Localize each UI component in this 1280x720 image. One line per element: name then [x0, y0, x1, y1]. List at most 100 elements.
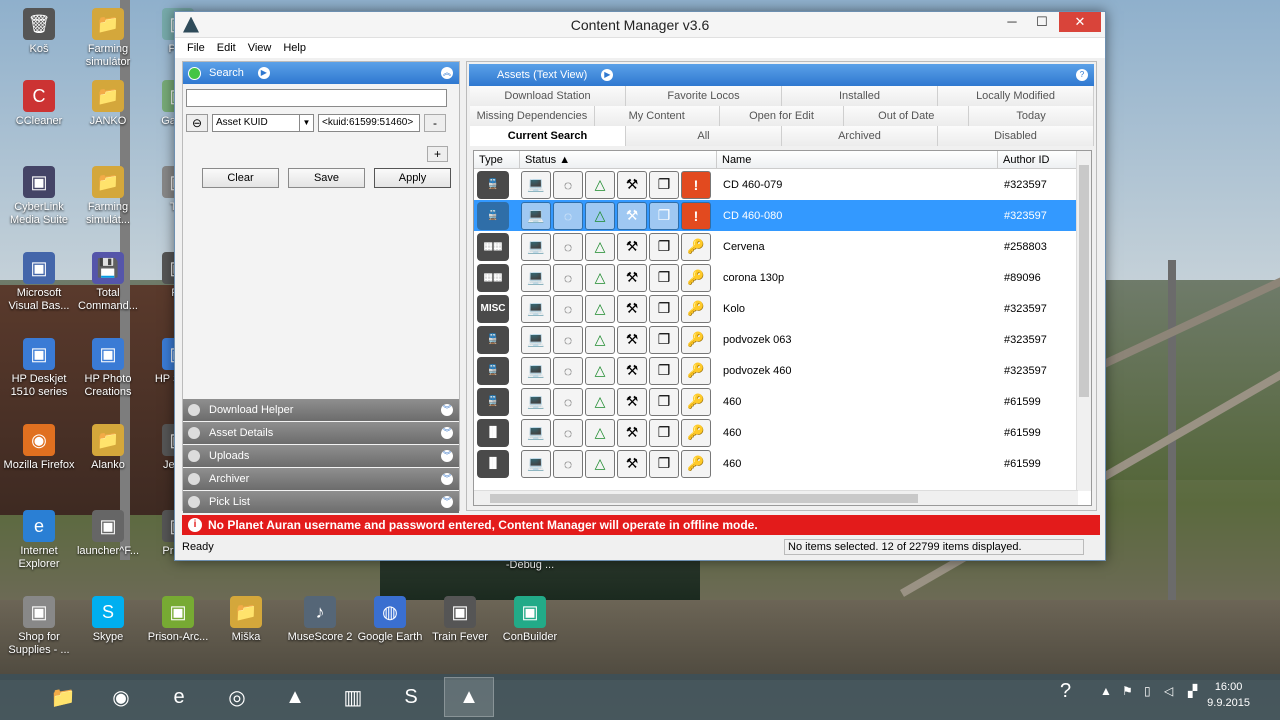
tab-download-station[interactable]: Download Station	[470, 86, 626, 106]
media-player-icon[interactable]: ◎	[212, 677, 262, 717]
help-icon[interactable]: ?	[1076, 69, 1088, 81]
kuid-value-field[interactable]: <kuid:61599:51460>	[318, 114, 420, 132]
tab-archived[interactable]: Archived	[782, 126, 938, 146]
tab-disabled[interactable]: Disabled	[938, 126, 1094, 146]
asset-details-panel[interactable]: Asset Details ︾	[183, 422, 459, 444]
trainz-icon[interactable]: ▲	[270, 677, 320, 717]
desktop-shortcut[interactable]: ▣ CyberLink Media Suite	[3, 166, 75, 227]
desktop-shortcut[interactable]: ▣ ConBuilder	[494, 596, 566, 644]
tab-today[interactable]: Today	[969, 106, 1094, 126]
desktop-shortcut[interactable]: 📁 Farming simulátor	[72, 8, 144, 69]
maximize-button[interactable]: ☐	[1027, 12, 1057, 32]
chevron-up-icon[interactable]: ▲	[1100, 684, 1112, 698]
table-row[interactable]: MISC 💻 ◌ △ ⚒ ❐ 🔑 Kolo #323597	[474, 293, 1091, 324]
filter-toggle-icon[interactable]: ⊖	[186, 114, 208, 132]
tab-my-content[interactable]: My Content	[594, 106, 720, 126]
download-helper-panel[interactable]: Download Helper ︾	[183, 399, 459, 421]
volume-icon[interactable]: ◁	[1164, 684, 1173, 698]
firefox-icon[interactable]: ◉	[96, 677, 146, 717]
tab-all[interactable]: All	[626, 126, 782, 146]
desktop-shortcut[interactable]: 📁 JANKO	[72, 80, 144, 128]
internet-explorer-icon[interactable]: e	[154, 677, 204, 717]
table-row[interactable]: 🚆 💻 ◌ △ ⚒ ❐ 🔑 podvozek 460 #323597	[474, 355, 1091, 386]
desktop-shortcut[interactable]: 📁 Miška	[210, 596, 282, 644]
expand-icon[interactable]: ︾	[441, 473, 453, 485]
table-row[interactable]: ▐▌ 💻 ◌ △ ⚒ ❐ 🔑 460 #61599	[474, 448, 1091, 479]
skype-icon[interactable]: S	[386, 677, 436, 717]
table-row[interactable]: ▐▌ 💻 ◌ △ ⚒ ❐ 🔑 460 #61599	[474, 417, 1091, 448]
add-filter-button[interactable]: +	[427, 146, 448, 162]
table-row[interactable]: ▦▦ 💻 ◌ △ ⚒ ❐ 🔑 corona 130p #89096	[474, 262, 1091, 293]
clear-button[interactable]: Clear	[202, 168, 279, 188]
desktop-shortcut[interactable]: ▣ Microsoft Visual Bas...	[3, 252, 75, 313]
title-bar[interactable]: Content Manager v3.6 ─ ☐ ✕	[175, 12, 1105, 38]
table-row[interactable]: ▦▦ 💻 ◌ △ ⚒ ❐ 🔑 Cervena #258803	[474, 231, 1091, 262]
search-panel-header[interactable]: Search ▶ ︽	[183, 62, 459, 84]
desktop-shortcut[interactable]: ▣ Shop for Supplies - ...	[3, 596, 75, 657]
battery-icon[interactable]: ▯	[1144, 684, 1151, 698]
column-status[interactable]: Status ▲	[520, 151, 717, 168]
filter-field-select[interactable]: Asset KUID ▼	[212, 114, 314, 132]
table-row[interactable]: 🚆 💻 ◌ △ ⚒ ❐ 🔑 460 #61599	[474, 386, 1091, 417]
expand-icon[interactable]: ︾	[441, 496, 453, 508]
file-explorer-icon[interactable]: 📁	[38, 677, 88, 717]
desktop-shortcut[interactable]: ◍ Google Earth	[354, 596, 426, 644]
tab-installed[interactable]: Installed	[782, 86, 938, 106]
desktop-shortcut[interactable]: ▣ Prison-Arc...	[142, 596, 214, 644]
desktop-shortcut[interactable]: S Skype	[72, 596, 144, 644]
expand-icon[interactable]: ︾	[441, 427, 453, 439]
scroll-thumb[interactable]	[490, 494, 918, 503]
tab-favorite-locos[interactable]: Favorite Locos	[626, 86, 782, 106]
save-button[interactable]: Save	[288, 168, 365, 188]
arrow-right-icon[interactable]: ▶	[601, 69, 614, 81]
arrow-right-icon[interactable]: ▶	[257, 67, 270, 79]
clock[interactable]: 16:00 9.9.2015	[1207, 679, 1250, 711]
uploads-panel[interactable]: Uploads ︾	[183, 445, 459, 467]
flag-icon[interactable]: ⚑	[1122, 684, 1133, 698]
desktop-shortcut[interactable]: 💾 Total Command...	[72, 252, 144, 313]
desktop-shortcut[interactable]: 📁 Farming simulát...	[72, 166, 144, 227]
desktop-shortcut[interactable]: ▣ Train Fever	[424, 596, 496, 644]
menu-file[interactable]: File	[181, 42, 211, 54]
column-type[interactable]: Type	[474, 151, 520, 168]
pick-list-panel[interactable]: Pick List ︾	[183, 491, 459, 513]
desktop-shortcut[interactable]: ◉ Mozilla Firefox	[3, 424, 75, 472]
help-icon[interactable]: ?	[1060, 680, 1071, 703]
archiver-panel[interactable]: Archiver ︾	[183, 468, 459, 490]
scroll-thumb[interactable]	[1079, 165, 1089, 397]
tab-locally-modified[interactable]: Locally Modified	[938, 86, 1094, 106]
desktop-shortcut[interactable]: ▣ launcher^F...	[72, 510, 144, 558]
vertical-scrollbar[interactable]	[1076, 151, 1091, 491]
search-input[interactable]	[186, 89, 447, 107]
apply-button[interactable]: Apply	[374, 168, 451, 188]
desktop-shortcut[interactable]: ▣ HP Deskjet 1510 series	[3, 338, 75, 399]
tab-out-of-date[interactable]: Out of Date	[844, 106, 970, 126]
desktop-shortcut[interactable]: 🗑 Koš	[3, 8, 75, 56]
tab-open-for-edit[interactable]: Open for Edit	[719, 106, 845, 126]
table-row[interactable]: 🚆 💻 ◌ △ ⚒ ❐! CD 460-080 #323597	[474, 200, 1091, 231]
desktop-shortcut[interactable]: ▣ HP Photo Creations	[72, 338, 144, 399]
column-name[interactable]: Name	[717, 151, 998, 168]
minimize-button[interactable]: ─	[997, 12, 1027, 32]
content-manager-taskbar-icon[interactable]: ▲	[444, 677, 494, 717]
remove-filter-button[interactable]: -	[424, 114, 446, 132]
table-row[interactable]: 🚆 💻 ◌ △ ⚒ ❐ 🔑 podvozek 063 #323597	[474, 324, 1091, 355]
tab-missing-dependencies[interactable]: Missing Dependencies	[470, 106, 595, 126]
assets-panel-header[interactable]: Assets (Text View) ▶ ?	[469, 64, 1094, 86]
close-button[interactable]: ✕	[1059, 12, 1101, 32]
column-author-id[interactable]: Author ID	[998, 151, 1078, 168]
collapse-icon[interactable]: ︽	[441, 67, 453, 79]
desktop-shortcut[interactable]: e Internet Explorer	[3, 510, 75, 571]
desktop-shortcut[interactable]: C CCleaner	[3, 80, 75, 128]
menu-edit[interactable]: Edit	[211, 42, 242, 54]
desktop-shortcut[interactable]: 📁 Alanko	[72, 424, 144, 472]
network-icon[interactable]: ▞	[1188, 684, 1197, 698]
menu-help[interactable]: Help	[277, 42, 312, 54]
expand-icon[interactable]: ︾	[441, 404, 453, 416]
tab-current-search[interactable]: Current Search	[470, 126, 626, 146]
horizontal-scrollbar[interactable]	[474, 490, 1078, 505]
menu-view[interactable]: View	[242, 42, 278, 54]
desktop-shortcut[interactable]: ♪ MuseScore 2	[284, 596, 356, 644]
chevron-down-icon[interactable]: ▼	[299, 115, 313, 131]
table-row[interactable]: 🚆 💻 ◌ △ ⚒ ❐! CD 460-079 #323597	[474, 169, 1091, 200]
